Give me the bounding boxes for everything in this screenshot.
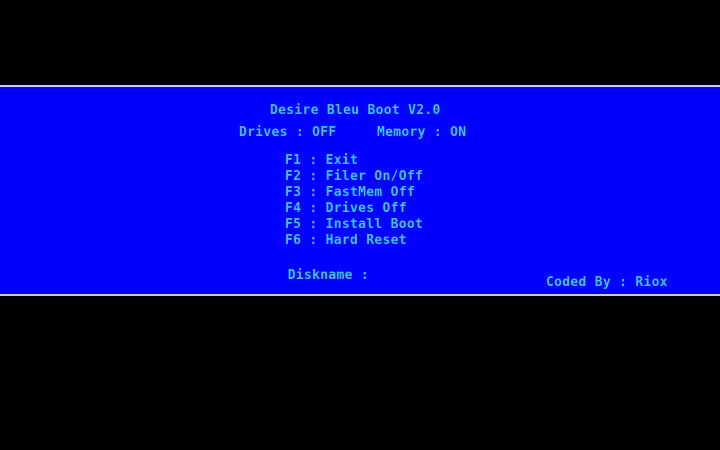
menu-option-hard-reset[interactable]: F6 : Hard Reset xyxy=(285,233,407,249)
boot-menu-panel: Desire Bleu Boot V2.0 Drives : OFF Memor… xyxy=(0,85,720,296)
menu-option-install-boot[interactable]: F5 : Install Boot xyxy=(285,217,423,233)
credit-text: Coded By : Riox xyxy=(546,275,668,290)
menu-option-filer-toggle[interactable]: F2 : Filer On/Off xyxy=(285,169,423,185)
boot-title: Desire Bleu Boot V2.0 xyxy=(270,103,441,118)
diskname-label: Diskname : xyxy=(287,268,370,283)
menu-option-exit[interactable]: F1 : Exit xyxy=(285,153,358,169)
drives-status: Drives : OFF xyxy=(239,125,337,140)
diskname-field[interactable]: Diskname : xyxy=(239,252,369,316)
memory-status: Memory : ON xyxy=(377,125,467,140)
menu-option-fastmem-off[interactable]: F3 : FastMem Off xyxy=(285,185,415,201)
menu-option-drives-off[interactable]: F4 : Drives Off xyxy=(285,201,407,217)
boot-screen: Desire Bleu Boot V2.0 Drives : OFF Memor… xyxy=(0,0,720,450)
